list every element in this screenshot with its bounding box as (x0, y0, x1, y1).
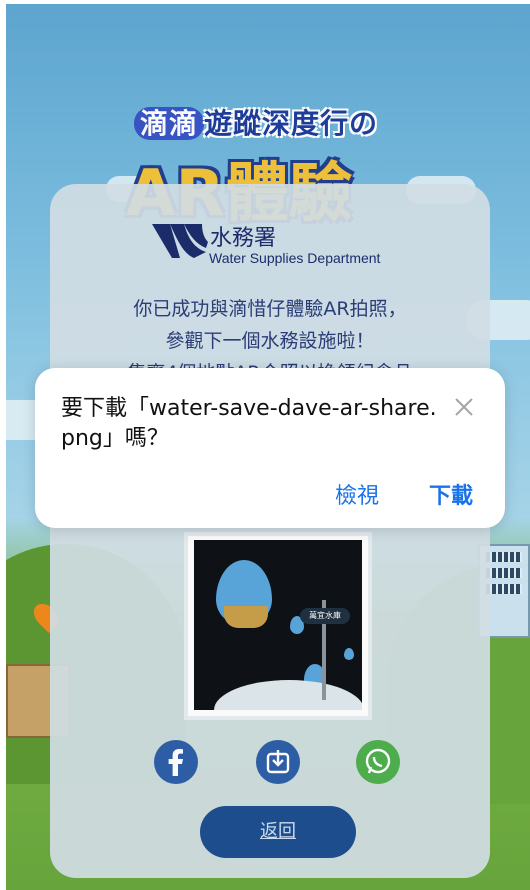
download-dialog-message: 要下載「water-save-dave-ar-share.png」嗎？ (61, 396, 437, 451)
download-dialog: 要下載「water-save-dave-ar-share.png」嗎？ 檢視 下… (35, 368, 505, 528)
download-button[interactable]: 下載 (429, 478, 473, 510)
close-icon[interactable] (449, 392, 479, 422)
view-button[interactable]: 檢視 (335, 478, 379, 510)
